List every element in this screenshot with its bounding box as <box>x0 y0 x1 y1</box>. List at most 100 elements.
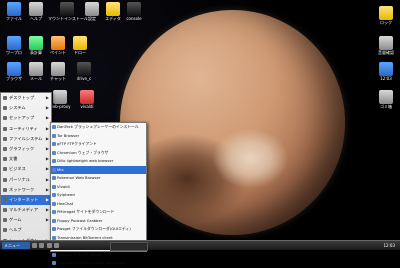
chromium-icon <box>52 150 56 155</box>
start-menu-button[interactable]: メニュー <box>2 242 30 249</box>
menu-item-multimedia[interactable]: マルチメディア ▶ <box>1 205 51 215</box>
chevron-right-icon: ▶ <box>45 115 49 121</box>
quick-launch-icon[interactable] <box>46 243 52 248</box>
desktop-icon-mail[interactable]: メール <box>24 62 48 81</box>
ftp-icon <box>52 142 56 147</box>
chat-icon <box>52 201 56 206</box>
multimedia-icon <box>3 208 7 213</box>
menu-item-network[interactable]: ネットワーク ▶ <box>1 185 51 195</box>
mail-icon <box>29 62 43 76</box>
desktop-icon-word-processor[interactable]: ワープロ <box>2 36 26 55</box>
desktop-icon-paint[interactable]: ペイント <box>46 36 70 55</box>
desktop-clock[interactable]: 12:03 <box>374 62 398 81</box>
quick-launch-icon[interactable] <box>39 243 45 248</box>
menu-item-utility[interactable]: ユーティリティ ▶ <box>1 124 51 134</box>
spreadsheet-icon <box>29 36 43 50</box>
submenu-item-tor-browser[interactable]: Tor Browser <box>51 132 146 141</box>
browser-icon <box>52 176 56 181</box>
submenu-item-dillo[interactable]: Dillo lightweight web browser <box>51 157 146 166</box>
submenu-item-vivaldi[interactable]: Vivaldi <box>51 183 146 192</box>
quick-launch-icon[interactable] <box>32 243 37 248</box>
submenu-item-pmirrorget[interactable]: PMirroget サイトをダウンロード <box>51 208 146 217</box>
desktop-icon-draw[interactable]: ドロー <box>68 36 92 55</box>
folder-icon <box>7 2 21 16</box>
submenu-item-chromium[interactable]: Chromium ウェブ・ブラウザ <box>51 149 146 158</box>
start-menu: デスクトップ ▶ システム ▶ セットアップ ▶ ユーティリティ ▶ ファイルシステム ▶… <box>0 92 52 243</box>
menu-item-system[interactable]: システム ▶ <box>1 103 51 113</box>
wallpaper-image <box>120 10 345 235</box>
chevron-right-icon: ▶ <box>45 135 49 141</box>
desktop-icon-lock[interactable]: ロック <box>374 6 398 25</box>
submenu-item-pokemon-browser[interactable]: Pokemon Web Browser <box>51 174 146 183</box>
desktop-icon-volume[interactable]: 音量確認 <box>374 36 398 55</box>
submenu-item-sylpheed[interactable]: Sylpheed <box>51 191 146 200</box>
submenu-item-flash-installer[interactable]: DanTeck ブラッシュプレーヤーのインストール <box>51 123 146 132</box>
chevron-right-icon: ▶ <box>45 186 49 192</box>
lock-icon <box>379 6 393 20</box>
desktop-icon-trash[interactable]: ゴミ箱 <box>374 90 398 109</box>
quick-launch-icon[interactable] <box>53 243 59 248</box>
internet-icon <box>3 197 7 202</box>
mount-install-icon <box>60 2 74 16</box>
editor-icon <box>106 2 120 16</box>
trash-icon <box>379 90 393 104</box>
adblock-icon <box>52 261 56 266</box>
desktop-icon-chat[interactable]: チャット <box>46 62 70 81</box>
submenu-item-gftp[interactable]: gFTP FTPクライアント <box>51 140 146 149</box>
menu-item-setup[interactable]: セットアップ ▶ <box>1 113 51 123</box>
submenu-item-sakugui[interactable]: Sakugui セキュア tslweb <box>51 251 146 260</box>
menu-item-desktop[interactable]: デスクトップ ▶ <box>1 93 51 103</box>
quick-launch <box>30 242 94 249</box>
personal-icon <box>3 177 7 182</box>
help-icon <box>29 2 43 16</box>
desktop-icon <box>3 96 7 100</box>
utility-icon <box>3 126 7 131</box>
word-processor-icon <box>7 36 21 50</box>
desktop-icon-help[interactable]: ヘルプ <box>24 2 48 21</box>
desktop-icon-browser[interactable]: ブラウザ <box>2 62 26 81</box>
console-icon <box>127 2 141 16</box>
chevron-right-icon: ▶ <box>45 95 49 100</box>
desktop-icon-files[interactable]: ファイル <box>2 2 26 21</box>
volume-icon <box>379 36 393 50</box>
submenu-item-hexchat[interactable]: HexChat <box>51 200 146 209</box>
submenu-item-pwsget[interactable]: Pwsget ファイルダウンローダ(GUIエディ) <box>51 225 146 234</box>
submenu-item-mix[interactable]: Mix <box>51 165 146 174</box>
flash-icon <box>52 125 56 130</box>
desktop-icon-spreadsheet[interactable]: 表計算 <box>24 36 48 55</box>
taskbar: メニュー 12:03 <box>0 240 400 251</box>
menu-item-help[interactable]: ヘルプ <box>1 225 51 235</box>
browser-icon <box>7 62 21 76</box>
menu-item-internet[interactable]: インターネット ▶ <box>1 194 51 206</box>
web-proxy-icon <box>53 90 67 104</box>
chevron-right-icon: ▶ <box>45 156 49 162</box>
submenu-item-adblocker[interactable]: Pup-Advert-Blocker block online ads <box>51 259 146 268</box>
submenu-item-podcast-grabber[interactable]: Floppy Podcast Grabber <box>51 217 146 226</box>
mail-icon <box>52 193 56 198</box>
menu-item-graphics[interactable]: グラフィック ▶ <box>1 144 51 154</box>
menu-item-documents[interactable]: 文書 ▶ <box>1 154 51 164</box>
menu-item-games[interactable]: ゲーム ▶ <box>1 215 51 225</box>
desktop-icon-vivaldi[interactable]: vivaldi <box>75 90 99 109</box>
setup-icon <box>3 116 7 121</box>
secure-icon <box>52 252 56 257</box>
taskbar-clock[interactable]: 12:03 <box>371 242 397 249</box>
clock-icon <box>379 62 393 76</box>
menu-item-personal[interactable]: パーソナル ▶ <box>1 175 51 185</box>
desktop-icon-console[interactable]: console <box>122 2 146 21</box>
document-icon <box>3 157 7 162</box>
system-icon <box>3 106 7 111</box>
downloader-icon <box>52 227 56 232</box>
desktop-icon-drive-c[interactable]: drive_c <box>72 62 96 81</box>
chevron-right-icon: ▶ <box>45 125 49 131</box>
dillo-icon <box>52 159 56 164</box>
chevron-right-icon: ▶ <box>45 217 49 223</box>
help-icon <box>3 228 7 233</box>
download-icon <box>52 210 56 215</box>
graphics-icon <box>3 146 7 151</box>
settings-icon <box>85 2 99 16</box>
network-icon <box>3 187 7 192</box>
menu-item-filesystem[interactable]: ファイルシステム ▶ <box>1 134 51 144</box>
menu-item-business[interactable]: ビジネス ▶ <box>1 164 51 174</box>
paint-icon <box>51 36 65 50</box>
